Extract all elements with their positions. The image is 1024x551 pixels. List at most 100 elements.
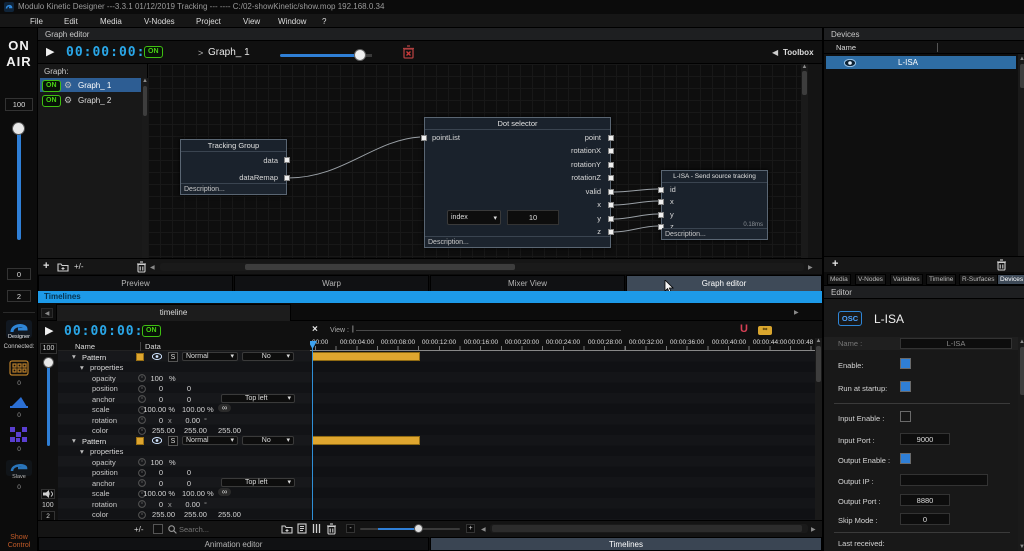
timeline-plus-minus-button[interactable]: +/- (134, 525, 144, 534)
timeline-content[interactable]: 00:00 00:00:04:00 00:00:08:00 00:00:12:0… (310, 338, 815, 520)
property-row-position[interactable]: position 0 0 (58, 383, 310, 393)
anchor-dropdown[interactable]: Top left ▾ (221, 477, 295, 487)
property-row-rotation[interactable]: rotation 0 x 0.00 ° (58, 498, 310, 509)
blend-mode-dropdown[interactable]: Normal ▾ (182, 351, 238, 361)
property-value-3[interactable]: 255.00 (218, 426, 241, 435)
tab-media[interactable]: Media (827, 274, 851, 285)
scroll-up-icon[interactable]: ▲ (815, 338, 822, 344)
input-port-id[interactable] (658, 187, 664, 193)
property-value-1[interactable]: 100 (124, 458, 163, 467)
graph-play-button[interactable]: ▶ (46, 45, 54, 58)
property-row-color[interactable]: color 255.00 255.00 255.00 (58, 425, 310, 435)
property-value-1[interactable]: 0 (124, 500, 163, 509)
fit-view-icon[interactable]: × (312, 324, 318, 335)
menu-file[interactable]: File (30, 17, 43, 26)
devices-column-name[interactable]: Name (836, 43, 856, 52)
input-port-x[interactable] (658, 199, 664, 205)
aux-value-1[interactable]: 0 (7, 268, 31, 280)
graph-list-scroll-thumb[interactable] (143, 86, 147, 116)
menu-view[interactable]: View (243, 17, 260, 26)
property-value-1[interactable]: 0 (124, 395, 163, 404)
playhead-line[interactable] (312, 341, 313, 520)
graph-delete-icon[interactable] (402, 45, 415, 59)
property-value-2[interactable]: 0 (182, 384, 196, 393)
devices-list[interactable]: L-ISA (824, 54, 1018, 256)
tree-open-icon[interactable]: ▾ (80, 363, 84, 372)
track-group-name[interactable]: Pattern (82, 353, 106, 362)
run-at-startup-checkbox[interactable] (900, 381, 911, 392)
timelines-header[interactable]: Timelines (38, 291, 822, 303)
timeline-fader-track[interactable] (47, 361, 50, 446)
graph-row-2[interactable]: ON ⚙ Graph_ 2 (40, 93, 141, 107)
magnet-snap-icon[interactable]: U (740, 323, 748, 335)
output-port-point[interactable] (608, 135, 614, 141)
tab-timeline[interactable]: timeline (56, 304, 291, 321)
time-ruler[interactable]: 00:00 00:00:04:00 00:00:08:00 00:00:12:0… (310, 338, 815, 351)
property-row-opacity[interactable]: opacity 100 % (58, 372, 310, 383)
property-value-1[interactable]: 100 (124, 374, 163, 383)
menu-project[interactable]: Project (196, 17, 221, 26)
property-value-2[interactable]: 0 (182, 479, 196, 488)
tracker-device-icon[interactable] (9, 394, 29, 410)
devices-vscroll-thumb[interactable] (1019, 64, 1024, 88)
tab-vnodes[interactable]: V-Nodes (855, 274, 886, 285)
trash-icon[interactable] (996, 259, 1007, 271)
graph-speed-slider-track[interactable] (280, 54, 360, 57)
add-folder-icon[interactable] (57, 262, 69, 272)
property-row-rotation[interactable]: rotation 0 x 0.00 ° (58, 414, 310, 425)
output-port-rotationy[interactable] (608, 162, 614, 168)
link-scale-icon[interactable]: ∞ (218, 488, 231, 496)
property-value-2[interactable]: 100.00 % (182, 489, 214, 498)
clip-color-swatch[interactable] (136, 436, 144, 445)
output-port-y[interactable] (608, 216, 614, 222)
graph-row-2-on-badge[interactable]: ON (42, 95, 61, 107)
search-input[interactable] (179, 523, 269, 535)
enable-checkbox[interactable] (900, 358, 911, 369)
property-value-2[interactable]: 255.00 (184, 510, 207, 519)
graph-row-1-on-badge[interactable]: ON (42, 80, 61, 92)
view-zoom-slider-track[interactable] (356, 330, 621, 331)
timeline-fader-knob[interactable] (43, 357, 54, 368)
name-field-value[interactable]: L-ISA (900, 338, 1012, 349)
timeline-tabs-right-icon[interactable]: ▶ (794, 309, 799, 316)
output-port-z[interactable] (608, 229, 614, 235)
tree-open-icon[interactable]: ▾ (72, 352, 76, 361)
device-row-lisa[interactable]: L-ISA (826, 56, 1016, 69)
scroll-down-icon[interactable]: ▼ (1018, 544, 1024, 550)
node-lisa-description[interactable]: Description... (662, 228, 767, 239)
property-row-scale[interactable]: scale 100.00 % 100.00 % ∞ (58, 404, 310, 414)
timeline-on-badge[interactable]: ON (142, 325, 161, 337)
matrix-device-icon[interactable] (9, 426, 29, 444)
graph-row-2-name[interactable]: Graph_ 2 (78, 96, 111, 105)
skip-mode-value[interactable]: 0 (900, 513, 950, 525)
toolbox-button[interactable]: Toolbox (783, 48, 814, 57)
track-group-row[interactable]: ▾ Pattern S Normal ▾ No ▾ (58, 435, 310, 446)
property-value-2[interactable]: 255.00 (184, 426, 207, 435)
hscroll-right-icon[interactable]: ▶ (808, 264, 813, 271)
output-port-rotationx[interactable] (608, 148, 614, 154)
solo-button[interactable]: S (168, 435, 178, 446)
master-level-value[interactable]: 100 (5, 98, 33, 111)
node-dot-selector[interactable]: Dot selector pointList point rotationX r… (421, 117, 614, 248)
hscroll-left-icon[interactable]: ◀ (150, 264, 155, 271)
canvas-vscroll-thumb[interactable] (802, 71, 807, 95)
canvas-hscrollbar[interactable] (160, 263, 804, 271)
show-control-label[interactable]: Show Control (0, 534, 38, 550)
dot-index-value[interactable]: 10 (507, 210, 559, 225)
output-port-rotationz[interactable] (608, 175, 614, 181)
device-name[interactable]: L-ISA (898, 58, 918, 67)
tree-open-icon[interactable]: ▾ (80, 447, 84, 456)
property-value-1[interactable]: 0 (124, 479, 163, 488)
trash-icon[interactable] (326, 523, 337, 535)
property-value-2[interactable]: 0 (182, 468, 196, 477)
property-row-anchor[interactable]: anchor 0 0 Top left ▾ (58, 393, 310, 404)
scroll-up-icon[interactable]: ▲ (1018, 337, 1024, 345)
output-port-data[interactable] (284, 157, 290, 163)
node-canvas[interactable]: Tracking Group data dataRemap Descriptio… (148, 64, 808, 258)
menu-vnodes[interactable]: V-Nodes (144, 17, 175, 26)
graph-on-badge[interactable]: ON (144, 46, 163, 58)
editor-vscroll-thumb[interactable] (1019, 347, 1024, 395)
property-value-2[interactable]: 100.00 % (182, 405, 214, 414)
output-port-x[interactable] (608, 202, 614, 208)
notes-icon[interactable] (297, 523, 307, 534)
